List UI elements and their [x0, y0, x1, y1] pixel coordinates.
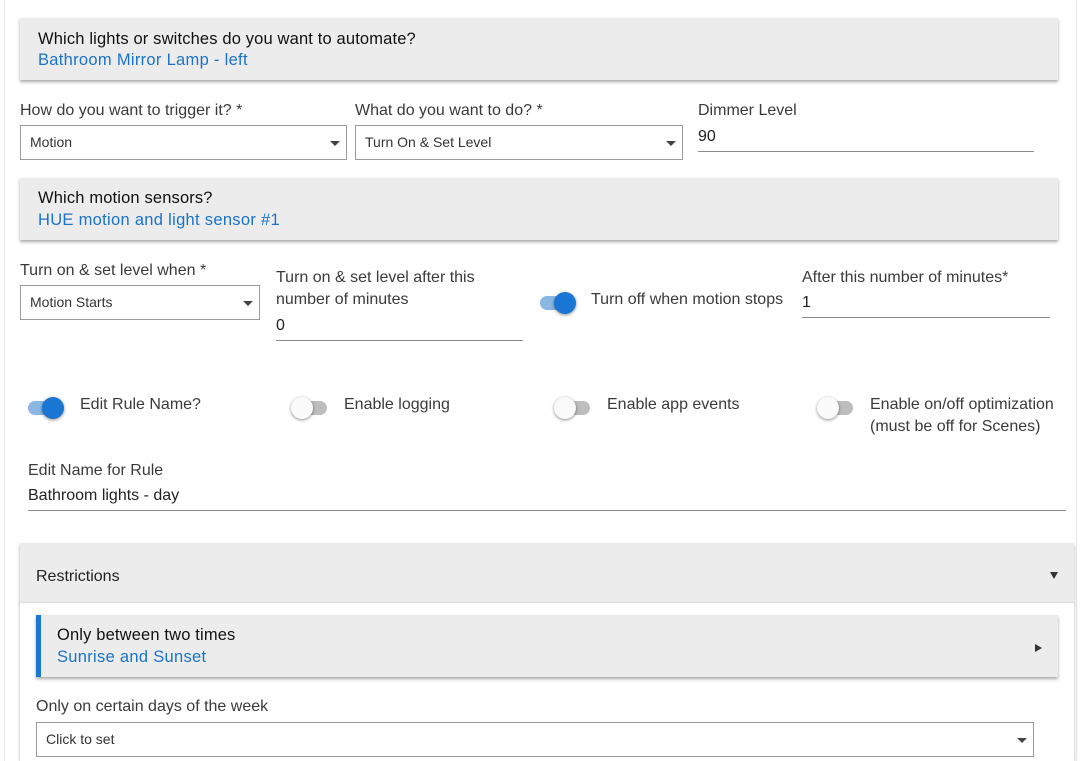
trigger-select[interactable]: Motion	[20, 125, 347, 160]
restrictions-header[interactable]: Restrictions	[20, 543, 1074, 603]
dimmer-input[interactable]: 90	[698, 126, 1034, 152]
turn-off-label: Turn off when motion stops	[591, 291, 784, 308]
enable-optimization-label-line2: (must be off for Scenes)	[870, 418, 1041, 435]
chevron-down-icon	[666, 141, 676, 146]
delay-input[interactable]: 0	[276, 315, 523, 341]
chevron-down-icon	[330, 141, 340, 146]
rule-name-input-value: Bathroom lights - day	[28, 487, 180, 504]
chevron-down-icon	[243, 301, 253, 306]
lights-selector-panel[interactable]: Which lights or switches do you want to …	[20, 18, 1058, 80]
lights-selector-value: Bathroom Mirror Lamp - left	[38, 51, 248, 69]
toggle-knob	[554, 397, 576, 419]
toggle-knob	[291, 397, 313, 419]
expand-right-icon	[1035, 644, 1042, 652]
when-select-value: Motion Starts	[30, 294, 113, 310]
enable-logging-toggle[interactable]	[291, 396, 331, 419]
action-select-value: Turn On & Set Level	[365, 134, 492, 150]
toggle-knob	[817, 397, 839, 419]
restrictions-title: Restrictions	[36, 568, 120, 585]
motion-sensor-value: HUE motion and light sensor #1	[38, 211, 280, 229]
action-select[interactable]: Turn On & Set Level	[355, 125, 683, 160]
edit-rule-name-label: Edit Rule Name?	[80, 396, 201, 413]
enable-logging-label: Enable logging	[344, 396, 450, 413]
after-minutes-input[interactable]: 1	[802, 292, 1050, 318]
enable-optimization-label-line1: Enable on/off optimization	[870, 396, 1054, 413]
trigger-label: How do you want to trigger it? *	[20, 102, 243, 119]
motion-sensor-title: Which motion sensors?	[38, 189, 213, 207]
delay-label-line2: number of minutes	[276, 291, 409, 308]
delay-label-line1: Turn on & set level after this	[276, 269, 475, 286]
lights-selector-title: Which lights or switches do you want to …	[38, 30, 416, 48]
expand-down-icon	[1050, 572, 1058, 579]
when-select[interactable]: Motion Starts	[20, 285, 260, 320]
enable-app-events-toggle[interactable]	[554, 396, 594, 419]
time-restriction-value: Sunrise and Sunset	[57, 648, 207, 666]
rule-name-label: Edit Name for Rule	[28, 462, 164, 479]
toggle-knob	[42, 397, 64, 419]
turn-off-toggle[interactable]	[538, 291, 578, 314]
when-label: Turn on & set level when *	[20, 262, 207, 279]
days-label: Only on certain days of the week	[36, 698, 269, 715]
time-restriction-title: Only between two times	[57, 626, 236, 644]
action-label: What do you want to do? *	[355, 102, 543, 119]
toggle-knob	[554, 292, 576, 314]
enable-optimization-toggle[interactable]	[817, 396, 857, 419]
after-minutes-label: After this number of minutes*	[802, 269, 1009, 286]
delay-input-value: 0	[276, 317, 285, 334]
rule-name-input[interactable]: Bathroom lights - day	[28, 485, 1066, 511]
chevron-down-icon	[1017, 738, 1027, 743]
after-minutes-input-value: 1	[802, 294, 811, 311]
dimmer-input-value: 90	[698, 128, 716, 145]
days-select-placeholder: Click to set	[46, 731, 115, 747]
days-select[interactable]: Click to set	[36, 722, 1034, 757]
motion-sensor-panel[interactable]: Which motion sensors? HUE motion and lig…	[20, 178, 1058, 240]
edit-rule-name-toggle[interactable]	[26, 396, 66, 419]
time-restriction-panel[interactable]: Only between two times Sunrise and Sunse…	[36, 615, 1058, 677]
dimmer-label: Dimmer Level	[698, 102, 797, 119]
enable-app-events-label: Enable app events	[607, 396, 740, 413]
trigger-select-value: Motion	[30, 134, 73, 150]
